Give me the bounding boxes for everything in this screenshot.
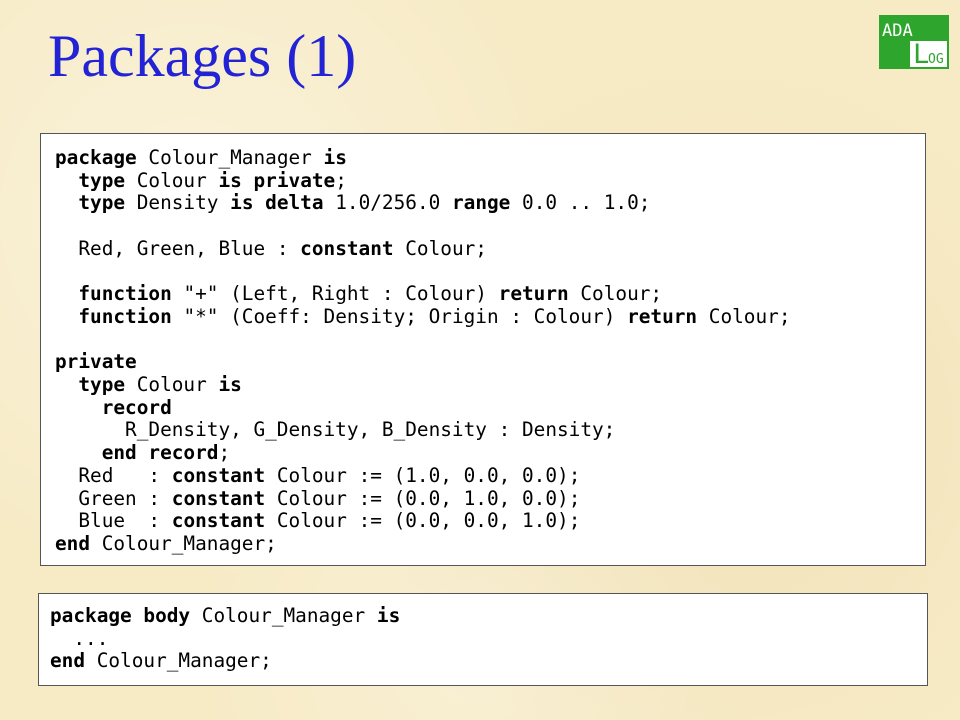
code-line: Blue : constant Colour := (0.0, 0.0, 1.0… — [78, 509, 581, 533]
package-body-panel: package body Colour_Manager is ... end Co… — [38, 593, 928, 686]
logo-text-ada: ADA — [882, 21, 913, 41]
code-line: type Colour is — [78, 372, 242, 396]
code-line: record — [101, 395, 172, 419]
code-line: package body Colour_Manager is — [50, 604, 401, 627]
code-line: type Colour is private; — [78, 168, 347, 192]
code-line: R_Density, G_Density, B_Density : Densit… — [125, 418, 616, 442]
code-line: package Colour_Manager is — [55, 146, 347, 169]
ada-log-logo: ADA L OG — [879, 15, 949, 69]
code-line: end Colour_Manager; — [55, 531, 277, 555]
package-spec-panel: package Colour_Manager is type Colour is… — [40, 133, 926, 566]
code-line: function "+" (Left, Right : Colour) retu… — [78, 282, 663, 306]
code-line: Red, Green, Blue : constant Colour; — [78, 236, 487, 260]
code-line: end record; — [101, 441, 231, 465]
code-line: end Colour_Manager; — [50, 649, 272, 673]
code-line: ... — [73, 626, 109, 650]
logo-text-l: L — [913, 39, 929, 69]
package-spec-code: package Colour_Manager is type Colour is… — [55, 146, 925, 556]
code-line: private — [55, 350, 137, 374]
package-body-code: package body Colour_Manager is ... end Co… — [50, 604, 927, 673]
code-line: type Density is delta 1.0/256.0 range 0.… — [78, 191, 651, 215]
code-line: Red : constant Colour := (1.0, 0.0, 0.0)… — [78, 463, 581, 487]
logo-text-og: OG — [928, 52, 944, 67]
code-line: function "*" (Coeff: Density; Origin : C… — [78, 304, 791, 328]
slide-title: Packages (1) — [48, 23, 357, 89]
code-line: Green : constant Colour := (0.0, 1.0, 0.… — [78, 486, 581, 510]
